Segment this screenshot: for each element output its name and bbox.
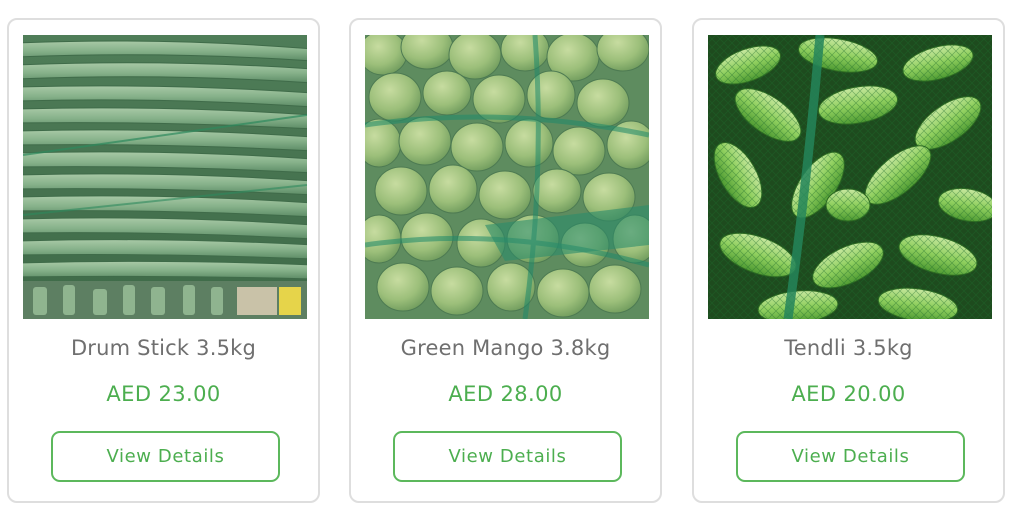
product-image-tendli[interactable] xyxy=(708,35,992,319)
product-title[interactable]: Green Mango 3.8kg xyxy=(351,336,660,360)
product-grid: Drum Stick 3.5kg AED 23.00 View Details xyxy=(0,0,1024,522)
product-price: AED 28.00 xyxy=(448,382,563,406)
view-details-button[interactable]: View Details xyxy=(393,431,622,482)
product-image-drumstick[interactable] xyxy=(23,35,307,319)
product-card: Green Mango 3.8kg AED 28.00 View Details xyxy=(349,18,662,503)
product-price: AED 23.00 xyxy=(106,382,221,406)
product-title[interactable]: Drum Stick 3.5kg xyxy=(9,336,318,360)
product-card: Tendli 3.5kg AED 20.00 View Details xyxy=(692,18,1005,503)
product-card: Drum Stick 3.5kg AED 23.00 View Details xyxy=(7,18,320,503)
product-title[interactable]: Tendli 3.5kg xyxy=(694,336,1003,360)
product-image-green-mango[interactable] xyxy=(365,35,649,319)
view-details-button[interactable]: View Details xyxy=(736,431,965,482)
view-details-button[interactable]: View Details xyxy=(51,431,280,482)
product-price: AED 20.00 xyxy=(791,382,906,406)
